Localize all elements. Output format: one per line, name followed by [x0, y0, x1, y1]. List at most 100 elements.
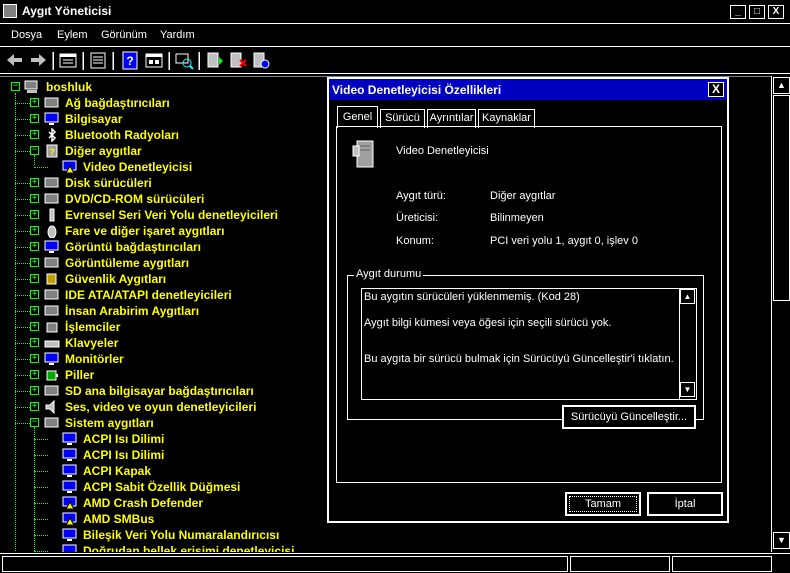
acpi-device-icon [62, 448, 77, 461]
tree-connector [15, 327, 30, 328]
collapse-toggle[interactable]: − [11, 82, 20, 91]
svg-text:?: ? [126, 54, 133, 68]
status-line: Bu aygıtın sürücüleri yüklenmemiş. (Kod … [364, 291, 580, 303]
tab-genel[interactable]: Genel [337, 106, 378, 128]
update-driver-button-label: Sürücüyü Güncelleştir... [570, 411, 688, 423]
device-status-legend: Aygıt durumu [354, 268, 424, 280]
expand-toggle[interactable]: + [30, 194, 39, 203]
tree-item-system-6[interactable]: Bileşik Veri Yolu Numaralandırıcısı [0, 527, 700, 543]
cancel-button[interactable]: İptal [647, 492, 723, 516]
expand-toggle[interactable]: + [30, 306, 39, 315]
collapse-toggle[interactable]: − [30, 418, 39, 427]
expand-toggle[interactable]: + [30, 130, 39, 139]
tree-root-label: boshluk [46, 80, 93, 94]
location-label: Konum: [396, 235, 434, 247]
expand-toggle[interactable]: + [30, 370, 39, 379]
toolbar-separator [82, 52, 84, 70]
forward-icon[interactable] [28, 51, 48, 70]
tree-connector [15, 279, 30, 280]
tree-root[interactable]: − boshluk [0, 79, 300, 95]
tree-item-label: IDE ATA/ATAPI denetleyicileri [65, 288, 232, 302]
tree-connector [15, 423, 30, 424]
expand-toggle[interactable]: + [30, 210, 39, 219]
close-button[interactable]: X [768, 5, 784, 19]
tree-connector [15, 247, 30, 248]
view-icon[interactable] [144, 51, 164, 70]
update-driver-icon[interactable] [205, 51, 225, 70]
tree-scrollbar[interactable]: ▲ ▼ [771, 76, 790, 552]
tree-item-label: İnsan Arabirim Aygıtları [65, 304, 200, 318]
toolbar-separator [52, 52, 54, 70]
menu-eylem[interactable]: Eylem [57, 29, 88, 41]
expand-toggle[interactable]: + [30, 402, 39, 411]
status-bar [0, 553, 790, 573]
status-scrollbar[interactable]: ▲ ▼ [679, 289, 696, 399]
toolbar: ? [0, 48, 790, 74]
menu-yardim[interactable]: Yardım [160, 29, 195, 41]
tree-connector [34, 535, 48, 536]
status-scroll-up-button[interactable]: ▲ [680, 289, 695, 304]
display-adapter-icon [44, 240, 59, 253]
menu-gorunum[interactable]: Görünüm [101, 29, 147, 41]
maximize-button[interactable]: □ [749, 5, 765, 19]
tree-item-label: SD ana bilgisayar bağdaştırıcıları [65, 384, 254, 398]
disable-icon[interactable] [251, 51, 271, 70]
cdrom-icon [44, 193, 59, 204]
warning-device-icon [62, 160, 77, 174]
minimize-button[interactable]: _ [730, 5, 746, 19]
scroll-down-button[interactable]: ▼ [773, 532, 790, 549]
tree-item-system-7[interactable]: Doğrudan bellek erişimi denetleyicisi [0, 543, 700, 552]
back-icon[interactable] [5, 51, 25, 70]
sound-icon [45, 400, 55, 414]
expand-toggle[interactable]: + [30, 258, 39, 267]
tree-connector [34, 519, 48, 520]
expand-toggle[interactable]: + [30, 274, 39, 283]
scan-hardware-icon[interactable] [174, 51, 194, 70]
expand-toggle[interactable]: + [30, 386, 39, 395]
expand-toggle[interactable]: + [30, 242, 39, 251]
expand-toggle[interactable]: + [30, 354, 39, 363]
collapse-toggle[interactable]: − [30, 146, 39, 155]
processor-icon [46, 322, 58, 333]
uninstall-icon[interactable] [228, 51, 248, 70]
cancel-button-label: İptal [674, 498, 696, 510]
tree-item-label: Bilgisayar [65, 112, 123, 126]
acpi-device-icon [62, 544, 77, 552]
tree-connector [15, 119, 30, 120]
toolbar-separator [168, 52, 170, 70]
computer-icon [24, 80, 38, 93]
dialog-close-button[interactable]: X [708, 82, 724, 97]
bluetooth-icon [48, 128, 57, 142]
scroll-up-button[interactable]: ▲ [773, 77, 790, 94]
device-type-label: Aygıt türü: [396, 190, 446, 202]
network-icon [44, 97, 59, 108]
expand-toggle[interactable]: + [30, 114, 39, 123]
tree-connector [34, 487, 48, 488]
scroll-thumb[interactable] [773, 95, 790, 301]
device-status-textbox[interactable]: Bu aygıtın sürücüleri yüklenmemiş. (Kod … [361, 288, 697, 400]
properties-icon[interactable] [88, 51, 108, 70]
tree-item-label: Piller [65, 368, 95, 382]
status-scroll-down-button[interactable]: ▼ [680, 382, 695, 397]
title-bar: Aygıt Yöneticisi _ □ X [0, 0, 790, 24]
help-icon[interactable]: ? [120, 51, 140, 70]
update-driver-button[interactable]: Sürücüyü Güncelleştir... [562, 405, 696, 429]
expand-toggle[interactable]: + [30, 290, 39, 299]
expand-toggle[interactable]: + [30, 226, 39, 235]
manufacturer-value: Bilinmeyen [490, 212, 544, 224]
expand-toggle[interactable]: + [30, 178, 39, 187]
usb-icon [49, 208, 55, 222]
menu-bar: Dosya Eylem Görünüm Yardım [0, 25, 790, 47]
ok-button[interactable]: Tamam [565, 492, 641, 516]
expand-toggle[interactable]: + [30, 322, 39, 331]
tree-connector [15, 295, 30, 296]
tree-connector [15, 407, 30, 408]
mouse-icon [47, 225, 57, 238]
expand-toggle[interactable]: + [30, 338, 39, 347]
device-type-value: Diğer aygıtlar [490, 190, 556, 202]
tree-branch-line [34, 155, 35, 165]
menu-dosya[interactable]: Dosya [11, 29, 42, 41]
up-icon[interactable] [58, 51, 78, 70]
dialog-title-bar[interactable]: Video Denetleyicisi Özellikleri X [329, 79, 727, 100]
expand-toggle[interactable]: + [30, 98, 39, 107]
